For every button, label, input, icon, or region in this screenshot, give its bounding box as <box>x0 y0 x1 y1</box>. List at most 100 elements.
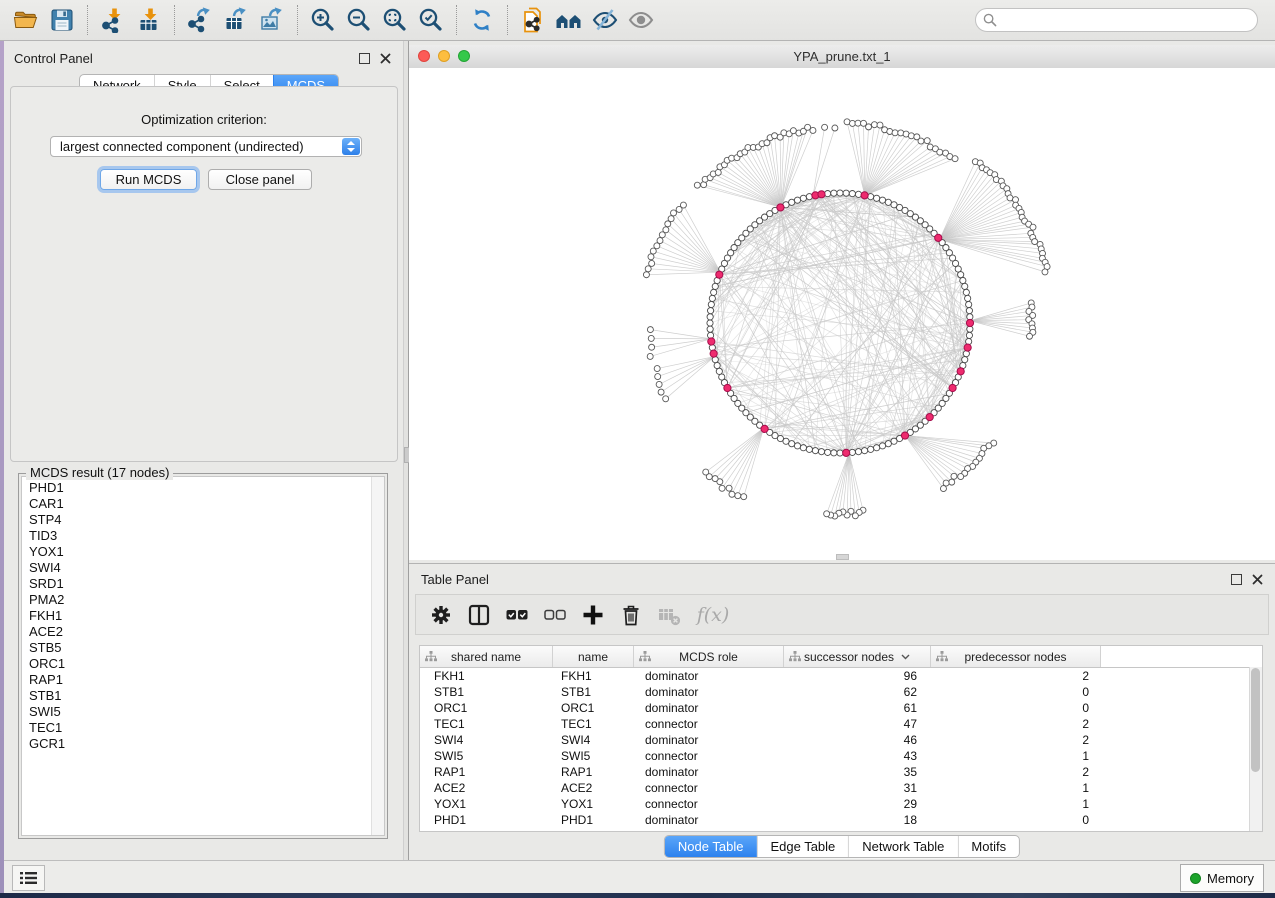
mcds-result-item[interactable]: STB5 <box>29 640 384 656</box>
table-row[interactable]: ACE2ACE2connector311 <box>420 780 1262 796</box>
select-all-rows-button[interactable] <box>506 604 528 626</box>
refresh-layout-button[interactable] <box>464 4 500 36</box>
float-panel-icon[interactable] <box>359 53 370 64</box>
table-cell: dominator <box>634 684 784 700</box>
tab-node-table[interactable]: Node Table <box>665 836 757 857</box>
table-row[interactable]: RAP1RAP1dominator352 <box>420 764 1262 780</box>
import-table-icon <box>136 7 162 33</box>
first-neighbors-button[interactable] <box>551 4 587 36</box>
mcds-result-item[interactable]: ACE2 <box>29 624 384 640</box>
mcds-result-item[interactable]: STP4 <box>29 512 384 528</box>
memory-button[interactable]: Memory <box>1180 864 1264 892</box>
mcds-result-item[interactable]: YOX1 <box>29 544 384 560</box>
zoom-out-button[interactable] <box>341 4 377 36</box>
network-canvas[interactable] <box>409 68 1275 560</box>
mcds-result-item[interactable]: SWI5 <box>29 704 384 720</box>
toolbar-separator <box>456 5 457 35</box>
table-scrollbar-thumb[interactable] <box>1251 668 1260 772</box>
mcds-hub-node <box>710 350 717 357</box>
search-input[interactable] <box>975 8 1258 32</box>
control-panel-title: Control Panel <box>14 51 93 66</box>
mcds-result-item[interactable]: ORC1 <box>29 656 384 672</box>
task-history-button[interactable] <box>12 865 45 891</box>
table-tabs: Node TableEdge TableNetwork TableMotifs <box>664 835 1020 858</box>
network-graph[interactable] <box>409 68 1275 560</box>
mcds-result-item[interactable]: PHD1 <box>29 480 384 496</box>
delete-row-button[interactable] <box>620 604 642 626</box>
tab-edge-table[interactable]: Edge Table <box>756 836 848 857</box>
hide-selected-button[interactable] <box>587 4 623 36</box>
table-row[interactable]: YOX1YOX1connector291 <box>420 796 1262 812</box>
mcds-result-item[interactable]: GCR1 <box>29 736 384 752</box>
column-header-name[interactable]: name <box>553 646 634 667</box>
table-row[interactable]: FKH1FKH1dominator962 <box>420 668 1262 684</box>
import-table-button[interactable] <box>131 4 167 36</box>
show-all-button[interactable] <box>623 4 659 36</box>
new-network-from-selection-icon <box>520 7 546 33</box>
optimization-criterion-select[interactable]: largest connected component (undirected) <box>50 136 362 157</box>
import-network-button[interactable] <box>95 4 131 36</box>
table-row[interactable]: TEC1TEC1connector472 <box>420 716 1262 732</box>
export-network-button[interactable] <box>182 4 218 36</box>
deselect-all-rows-button[interactable] <box>544 604 566 626</box>
tab-motifs[interactable]: Motifs <box>957 836 1019 857</box>
table-cell: 43 <box>784 748 931 764</box>
table-cell: 1 <box>931 796 1101 812</box>
table-cell: 2 <box>931 764 1101 780</box>
table-cell: 0 <box>931 812 1101 828</box>
node-table-rows: FKH1FKH1dominator962STB1STB1dominator620… <box>420 668 1262 828</box>
table-row[interactable]: ORC1ORC1dominator610 <box>420 700 1262 716</box>
run-mcds-button[interactable]: Run MCDS <box>100 169 197 190</box>
add-row-button[interactable] <box>582 604 604 626</box>
column-header-predecessor-nodes[interactable]: predecessor nodes <box>931 646 1101 667</box>
mcds-result-item[interactable]: RAP1 <box>29 672 384 688</box>
table-cell: dominator <box>634 732 784 748</box>
table-row[interactable]: SWI5SWI5connector431 <box>420 748 1262 764</box>
tab-network-table[interactable]: Network Table <box>848 836 957 857</box>
table-row[interactable]: PHD1PHD1dominator180 <box>420 812 1262 828</box>
mcds-list-scrollbar[interactable] <box>371 477 384 835</box>
zoom-fit-button[interactable] <box>377 4 413 36</box>
maximize-window-icon[interactable] <box>458 50 470 62</box>
export-table-button[interactable] <box>218 4 254 36</box>
sort-desc-icon <box>901 654 910 660</box>
column-header-successor-nodes[interactable]: successor nodes <box>784 646 931 667</box>
mcds-hub-node <box>966 319 973 326</box>
settings-gear-button[interactable] <box>430 604 452 626</box>
zoom-selected-button[interactable] <box>413 4 449 36</box>
table-row[interactable]: SWI4SWI4dominator462 <box>420 732 1262 748</box>
column-header-shared-name[interactable]: shared name <box>420 646 553 667</box>
close-panel-icon[interactable] <box>380 53 391 64</box>
minimize-window-icon[interactable] <box>438 50 450 62</box>
show-columns-button[interactable] <box>468 604 490 626</box>
close-panel-button[interactable]: Close panel <box>208 169 312 190</box>
delete-table-button <box>658 604 680 626</box>
table-scrollbar[interactable] <box>1249 667 1262 831</box>
new-network-from-selection-button[interactable] <box>515 4 551 36</box>
mcds-result-item[interactable]: PMA2 <box>29 592 384 608</box>
save-session-button[interactable] <box>44 4 80 36</box>
mcds-result-item[interactable]: FKH1 <box>29 608 384 624</box>
table-cell: connector <box>634 748 784 764</box>
mcds-result-item[interactable]: SRD1 <box>29 576 384 592</box>
table-row[interactable]: STB1STB1dominator620 <box>420 684 1262 700</box>
export-image-button[interactable] <box>254 4 290 36</box>
zoom-in-button[interactable] <box>305 4 341 36</box>
close-table-panel-icon[interactable] <box>1252 574 1263 585</box>
mcds-result-item[interactable]: CAR1 <box>29 496 384 512</box>
mcds-hub-node <box>861 192 868 199</box>
mcds-result-item[interactable]: STB1 <box>29 688 384 704</box>
node-table-header: shared namenameMCDS rolesuccessor nodesp… <box>420 646 1262 668</box>
table-cell: dominator <box>634 764 784 780</box>
horizontal-splitter-grip[interactable] <box>836 554 849 560</box>
float-table-panel-icon[interactable] <box>1231 574 1242 585</box>
mcds-result-item[interactable]: SWI4 <box>29 560 384 576</box>
column-header-MCDS-role[interactable]: MCDS role <box>634 646 784 667</box>
mcds-result-item[interactable]: TID3 <box>29 528 384 544</box>
status-bar: Memory <box>4 860 1275 893</box>
table-cell: STB1 <box>420 684 553 700</box>
close-window-icon[interactable] <box>418 50 430 62</box>
open-file-button[interactable] <box>8 4 44 36</box>
table-cell: 1 <box>931 748 1101 764</box>
mcds-result-item[interactable]: TEC1 <box>29 720 384 736</box>
